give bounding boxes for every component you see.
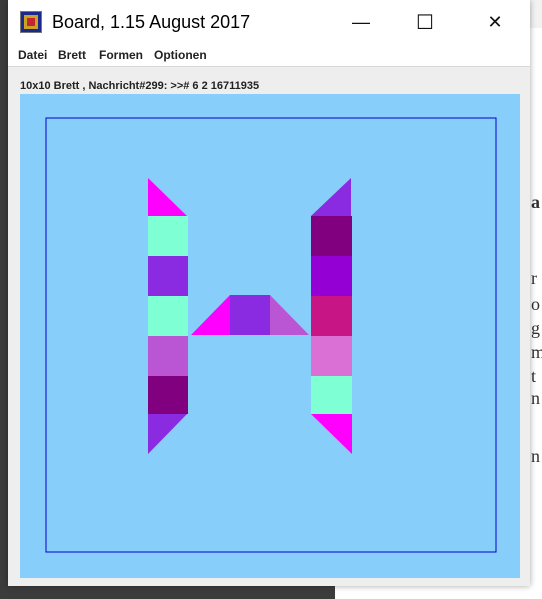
title-bar[interactable]: Board, 1.15 August 2017 — ☐ ✕ bbox=[8, 0, 530, 44]
background-text-glyph: o bbox=[531, 294, 540, 314]
left-cell-4 bbox=[148, 336, 188, 376]
board-window: Board, 1.15 August 2017 — ☐ ✕ Datei Bret… bbox=[8, 0, 530, 586]
background-text-glyph: g bbox=[531, 318, 540, 338]
right-cell-3 bbox=[311, 296, 352, 336]
right-cell-5 bbox=[311, 376, 352, 414]
background-text-glyph: n bbox=[531, 446, 540, 466]
background-text-glyph: a bbox=[531, 192, 540, 212]
minimize-icon: — bbox=[352, 11, 370, 32]
left-top-triangle bbox=[148, 178, 187, 216]
close-button[interactable]: ✕ bbox=[472, 0, 518, 44]
crossbar-left-triangle bbox=[191, 295, 230, 335]
status-message: 10x10 Brett , Nachricht#299: >># 6 2 167… bbox=[20, 80, 260, 92]
window-title: Board, 1.15 August 2017 bbox=[52, 12, 251, 32]
background-text-glyph: r bbox=[531, 268, 537, 288]
board-canvas[interactable] bbox=[20, 94, 520, 578]
right-cell-4 bbox=[311, 336, 352, 376]
right-bottom-triangle bbox=[311, 414, 352, 454]
background-text-glyph: m bbox=[531, 342, 542, 362]
background-text-glyph: t bbox=[531, 366, 537, 386]
menu-datei[interactable]: Datei bbox=[18, 48, 47, 62]
background-text-glyph: n bbox=[531, 388, 540, 408]
crossbar-center-cell bbox=[230, 295, 270, 335]
menu-optionen[interactable]: Optionen bbox=[154, 48, 207, 62]
background-taskbar-edge bbox=[0, 586, 335, 599]
right-cell-1 bbox=[311, 216, 352, 256]
close-icon: ✕ bbox=[487, 11, 503, 32]
menu-formen[interactable]: Formen bbox=[99, 48, 143, 62]
left-cell-5 bbox=[148, 376, 188, 414]
background-app-strip bbox=[530, 0, 542, 28]
left-cell-1 bbox=[148, 216, 188, 256]
menu-bar: Datei Brett Formen Optionen bbox=[8, 44, 530, 67]
crossbar-right-triangle bbox=[270, 295, 309, 335]
left-cell-3 bbox=[148, 296, 188, 336]
right-cell-2 bbox=[311, 256, 352, 296]
maximize-button[interactable]: ☐ bbox=[402, 0, 448, 44]
minimize-button[interactable]: — bbox=[338, 0, 384, 44]
maximize-icon: ☐ bbox=[416, 11, 434, 34]
left-cell-2 bbox=[148, 256, 188, 296]
game-board[interactable] bbox=[20, 94, 520, 578]
right-top-triangle bbox=[311, 178, 351, 216]
menu-brett[interactable]: Brett bbox=[58, 48, 86, 62]
left-bottom-triangle bbox=[148, 414, 187, 454]
board-app-icon[interactable] bbox=[20, 11, 42, 33]
